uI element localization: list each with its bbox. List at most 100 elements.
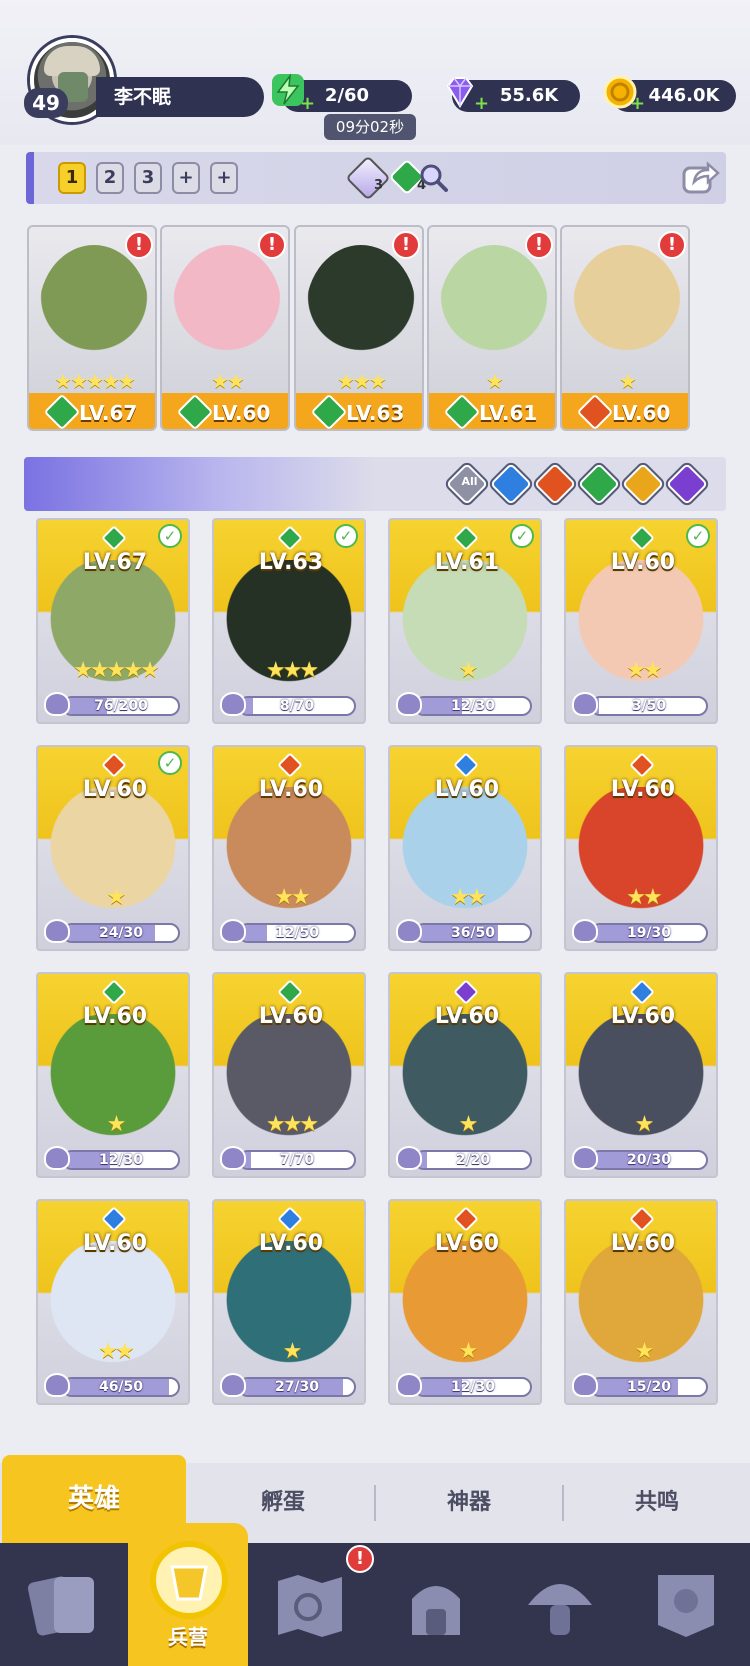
- team-selector-bar: 1 2 3 + + 3 4: [26, 152, 726, 204]
- top-bar: 李不眠 49 2/60 + 09分02秒 55.6K + 446.0K +: [0, 0, 750, 145]
- filter-all-label: All: [461, 475, 478, 489]
- hero-stars: ★★: [626, 658, 662, 683]
- hero-level: LV.61: [434, 550, 500, 575]
- shard-progress-text: 8/70: [279, 698, 315, 714]
- hero-card[interactable]: LV.60 ★★ 36/50: [388, 745, 542, 951]
- element-icon: [453, 525, 479, 551]
- team-add-slot-2[interactable]: +: [210, 162, 238, 194]
- shard-icon: [220, 692, 246, 716]
- shard-progress-text: 36/50: [450, 925, 496, 941]
- hero-card[interactable]: LV.60 ★ 20/30: [564, 972, 718, 1178]
- hero-level: LV.63: [258, 550, 324, 575]
- hero-stars: ★: [106, 1112, 127, 1137]
- tab-artifacts[interactable]: 神器: [376, 1463, 562, 1543]
- shard-progress-bar: 27/30: [238, 1377, 356, 1397]
- gem-add-icon[interactable]: +: [474, 95, 490, 113]
- shard-progress-text: 27/30: [274, 1379, 320, 1395]
- white-crystal-icon[interactable]: [345, 155, 391, 201]
- team-add-slot-1[interactable]: +: [172, 162, 200, 194]
- hero-stars: ★★★★★: [73, 658, 160, 683]
- hero-card[interactable]: LV.60 ★ 12/30: [36, 972, 190, 1178]
- shard-icon: [44, 692, 70, 716]
- shard-icon: [572, 1146, 598, 1170]
- player-name[interactable]: 李不眠: [96, 77, 264, 117]
- hero-stars: ★: [458, 1112, 479, 1137]
- in-team-check-icon: ✓: [686, 524, 710, 548]
- upgrade-alert-icon: !: [258, 231, 286, 259]
- hero-level: LV.60: [610, 1231, 676, 1256]
- element-icon: [629, 525, 655, 551]
- team-hero-card[interactable]: ★★★★★ LV.67!: [27, 225, 157, 431]
- hero-card[interactable]: LV.60 ★★ 3/50 ✓: [564, 518, 718, 724]
- shard-progress-bar: 12/30: [414, 1377, 532, 1397]
- shard-progress-text: 15/20: [626, 1379, 672, 1395]
- hero-portrait: [572, 245, 682, 375]
- share-icon[interactable]: [680, 158, 720, 198]
- hero-card[interactable]: LV.67 ★★★★★ 76/200 ✓: [36, 518, 190, 724]
- shard-progress-bar: 7/70: [238, 1150, 356, 1170]
- hero-level: LV.60: [434, 1231, 500, 1256]
- hero-card[interactable]: LV.60 ★ 2/20: [388, 972, 542, 1178]
- nav-mushroom[interactable]: [500, 1543, 620, 1666]
- in-team-check-icon: ✓: [158, 751, 182, 775]
- filter-all-button[interactable]: All: [445, 462, 489, 506]
- shard-progress-bar: 8/70: [238, 696, 356, 716]
- team-slot-2[interactable]: 2: [96, 162, 124, 194]
- hero-card[interactable]: LV.60 ★★ 19/30: [564, 745, 718, 951]
- nav-map[interactable]: !: [250, 1543, 374, 1666]
- hero-card[interactable]: LV.60 ★ 27/30: [212, 1199, 366, 1405]
- team-hero-card[interactable]: ★ LV.60!: [560, 225, 690, 431]
- shard-progress-text: 12/30: [450, 698, 496, 714]
- coin-add-icon[interactable]: +: [630, 95, 646, 113]
- nav-castle[interactable]: [376, 1543, 496, 1666]
- hero-level: LV.60: [610, 1004, 676, 1029]
- team-hero-card[interactable]: ★ LV.61!: [427, 225, 557, 431]
- shard-progress-text: 12/30: [450, 1379, 496, 1395]
- hero-card[interactable]: LV.60 ★★ 46/50: [36, 1199, 190, 1405]
- hero-level: LV.60: [82, 1004, 148, 1029]
- hero-stars: ★★: [211, 369, 245, 393]
- hero-stars: ★★★: [337, 369, 387, 393]
- shard-icon: [396, 1146, 422, 1170]
- hero-stars: ★★: [626, 885, 662, 910]
- energy-add-icon[interactable]: +: [300, 95, 316, 113]
- filter-light-icon[interactable]: [621, 462, 665, 506]
- hero-portrait: [172, 245, 282, 375]
- nav-barracks[interactable]: 兵营: [128, 1523, 248, 1666]
- team-slot-3[interactable]: 3: [134, 162, 162, 194]
- hero-stars: ★: [634, 1339, 655, 1364]
- hero-card[interactable]: LV.60 ★★ 12/50: [212, 745, 366, 951]
- shard-icon: [220, 1146, 246, 1170]
- shard-progress-text: 12/30: [98, 1152, 144, 1168]
- team-hero-card[interactable]: ★★★ LV.63!: [294, 225, 424, 431]
- team-hero-card[interactable]: ★★ LV.60!: [160, 225, 290, 431]
- shard-icon: [220, 1373, 246, 1397]
- hero-stars: ★: [619, 369, 637, 393]
- hero-level: LV.60: [258, 1004, 324, 1029]
- hero-card[interactable]: LV.60 ★★★ 7/70: [212, 972, 366, 1178]
- hero-card[interactable]: LV.63 ★★★ 8/70 ✓: [212, 518, 366, 724]
- nav-banner[interactable]: [626, 1543, 746, 1666]
- filter-wind-icon[interactable]: [577, 462, 621, 506]
- shard-progress-bar: 12/50: [238, 923, 356, 943]
- filter-dark-icon[interactable]: [665, 462, 709, 506]
- hero-portrait: [439, 245, 549, 375]
- nav-cards[interactable]: [4, 1543, 124, 1666]
- filter-water-icon[interactable]: [489, 462, 533, 506]
- search-icon[interactable]: [414, 158, 454, 198]
- player-level-badge: 49: [24, 88, 68, 118]
- hero-level: LV.60: [610, 550, 676, 575]
- hero-card[interactable]: LV.61 ★ 12/30 ✓: [388, 518, 542, 724]
- castle-icon: [412, 1586, 460, 1635]
- hero-card[interactable]: LV.60 ★ 15/20: [564, 1199, 718, 1405]
- shard-icon: [44, 1146, 70, 1170]
- team-slot-1[interactable]: 1: [58, 162, 86, 194]
- nav-barracks-label: 兵营: [168, 1625, 208, 1649]
- tab-resonance[interactable]: 共鸣: [564, 1463, 750, 1543]
- hero-stars: ★★★: [265, 1112, 319, 1137]
- element-icon: [277, 752, 303, 778]
- filter-fire-icon[interactable]: [533, 462, 577, 506]
- hero-portrait: [39, 245, 149, 375]
- hero-card[interactable]: LV.60 ★ 12/30: [388, 1199, 542, 1405]
- hero-card[interactable]: LV.60 ★ 24/30 ✓: [36, 745, 190, 951]
